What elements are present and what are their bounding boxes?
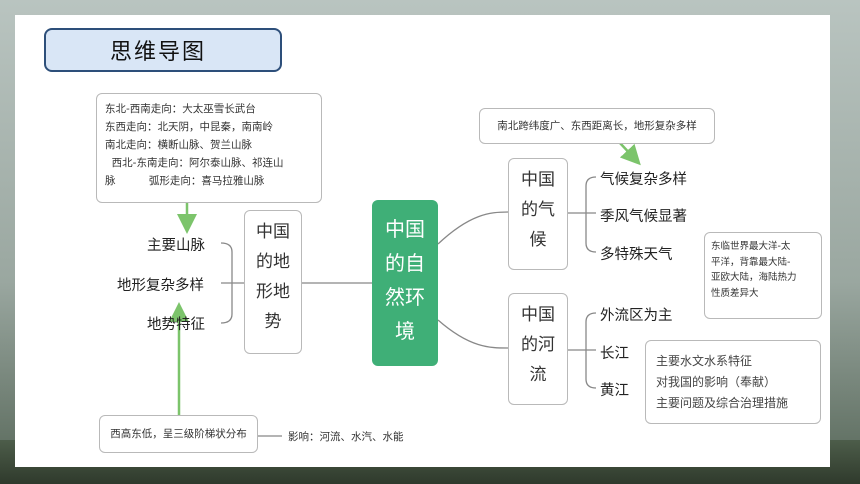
node-rivers-line: 中国	[521, 305, 555, 325]
note-line: 东北-西南走向：大太巫雪长武台	[105, 103, 256, 115]
node-central: 中国 的自 然环 境	[372, 200, 438, 366]
node-rivers-line: 的河	[521, 335, 555, 355]
note-line: 平洋，背靠最大陆-	[711, 256, 791, 268]
node-central-line: 的自	[385, 251, 425, 275]
node-rivers: 中国 的河 流	[508, 293, 568, 405]
note-line: 亚欧大陆，海陆热力	[711, 272, 797, 283]
node-terrain-line: 的地	[256, 252, 290, 272]
node-climate: 中国 的气 候	[508, 158, 568, 270]
staircase-note-text: 西高东低，呈三级阶梯状分布	[110, 428, 247, 440]
branch-main-mountains: 主要山脉	[147, 238, 205, 254]
climate-cause-text: 南北跨纬度广、东西距离长，地形复杂多样	[497, 120, 697, 132]
node-terrain-line: 中国	[256, 222, 290, 242]
node-terrain: 中国 的地 形地 势	[244, 210, 302, 354]
mountains-note: 东北-西南走向：大太巫雪长武台 东西走向：北天阴，中昆秦，南南岭 南北走向：横断…	[96, 93, 322, 203]
node-climate-line: 中国	[521, 170, 555, 190]
influence-text: 影响：河流、水汽、水能	[288, 431, 404, 443]
branch-yellow-river: 黄江	[600, 383, 629, 399]
staircase-note: 西高东低，呈三级阶梯状分布	[99, 415, 258, 453]
node-climate-line: 候	[529, 230, 547, 250]
note-line: 主要问题及综合治理措施	[656, 396, 789, 410]
branch-yangtze: 长江	[600, 346, 629, 362]
node-central-line: 境	[395, 319, 415, 343]
climate-cause-note: 南北跨纬度广、东西距离长，地形复杂多样	[479, 108, 715, 144]
note-line: 东西走向：北天阴，中昆秦，南南岭	[105, 121, 273, 133]
node-terrain-line: 形地	[256, 282, 290, 302]
note-line: 东临世界最大洋-太	[711, 241, 791, 252]
node-climate-line: 的气	[521, 200, 555, 220]
slide-title: 思维导图	[44, 28, 282, 72]
branch-terrain-features: 地势特征	[147, 317, 205, 333]
note-line: 西北-东南走向：阿尔泰山脉、祁连山	[105, 157, 284, 169]
branch-exterior-flow: 外流区为主	[600, 308, 673, 324]
note-line: 脉 弧形走向：喜马拉雅山脉	[105, 175, 265, 187]
river-study-note: 主要水文水系特征 对我国的影响（奉献） 主要问题及综合治理措施	[645, 340, 821, 424]
branch-climate-complex: 气候复杂多样	[600, 172, 687, 188]
branch-special-weather: 多特殊天气	[600, 247, 673, 263]
node-rivers-line: 流	[529, 365, 547, 385]
node-central-line: 中国	[385, 217, 425, 241]
note-line: 性质差异大	[711, 287, 759, 299]
note-line: 对我国的影响（奉献）	[656, 375, 777, 389]
branch-complex-terrain: 地形复杂多样	[117, 278, 204, 294]
node-central-line: 然环	[385, 285, 425, 309]
note-line: 南北走向：横断山脉、贺兰山脉	[105, 139, 252, 151]
branch-monsoon: 季风气候显著	[600, 209, 687, 225]
monsoon-cause-note: 东临世界最大洋-太 平洋，背靠最大陆- 亚欧大陆，海陆热力 性质差异大	[704, 232, 822, 319]
note-line: 主要水文水系特征	[656, 354, 753, 368]
node-terrain-line: 势	[264, 312, 282, 332]
